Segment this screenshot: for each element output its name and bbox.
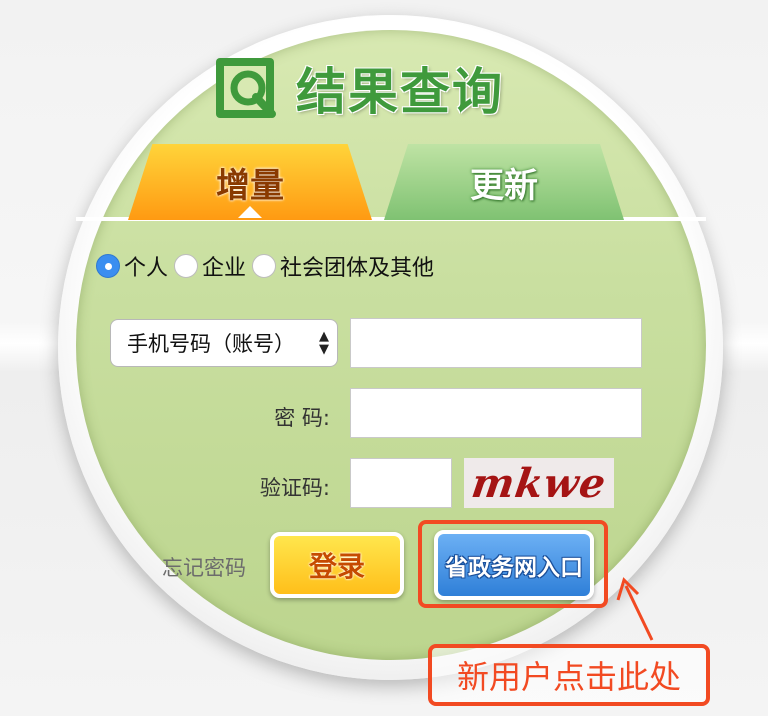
- account-type-select[interactable]: 手机号码（账号） ▲ ▼: [110, 319, 338, 367]
- radio-icon[interactable]: [252, 254, 277, 278]
- captcha-label: 验证码:: [259, 476, 330, 500]
- captcha-text: mkwe: [468, 459, 610, 507]
- annotation-highlight-frame: [418, 520, 608, 608]
- tab-update-label: 更新: [470, 165, 538, 206]
- active-tab-caret: [238, 206, 262, 218]
- radio-enterprise-label: 企业: [202, 256, 247, 281]
- annotation-callout: 新用户点击此处: [428, 644, 710, 706]
- password-input[interactable]: [350, 388, 642, 438]
- radio-icon[interactable]: [96, 254, 120, 278]
- tab-update[interactable]: 更新: [384, 144, 624, 220]
- page-title: 结果查询: [296, 63, 504, 121]
- login-button[interactable]: 登录: [270, 532, 404, 598]
- forgot-password-link[interactable]: 忘记密码: [162, 552, 246, 582]
- account-input[interactable]: [350, 318, 642, 368]
- radio-organization-label: 社会团体及其他: [280, 256, 435, 281]
- radio-organization[interactable]: 社会团体及其他: [252, 250, 434, 282]
- annotation-text: 新用户点击此处: [456, 658, 681, 696]
- captcha-input[interactable]: [350, 458, 452, 508]
- radio-individual[interactable]: 个人: [96, 250, 168, 282]
- account-type-select-value: 手机号码（账号）: [127, 332, 295, 356]
- radio-icon[interactable]: [174, 254, 199, 278]
- sort-arrows-icon: ▲ ▼: [319, 329, 329, 357]
- result-query-logo: [216, 58, 276, 118]
- radio-individual-label: 个人: [124, 256, 169, 281]
- password-label: 密 码:: [274, 406, 330, 430]
- captcha-image[interactable]: mkwe: [464, 458, 614, 508]
- header: 结果查询: [212, 48, 504, 128]
- login-button-label: 登录: [308, 550, 365, 583]
- pointer-arrow: [616, 577, 654, 641]
- tab-increment-label: 增量: [216, 165, 284, 206]
- user-type-radio-group: 个人 企业 社会团体及其他: [96, 250, 440, 282]
- radio-enterprise[interactable]: 企业: [174, 250, 246, 282]
